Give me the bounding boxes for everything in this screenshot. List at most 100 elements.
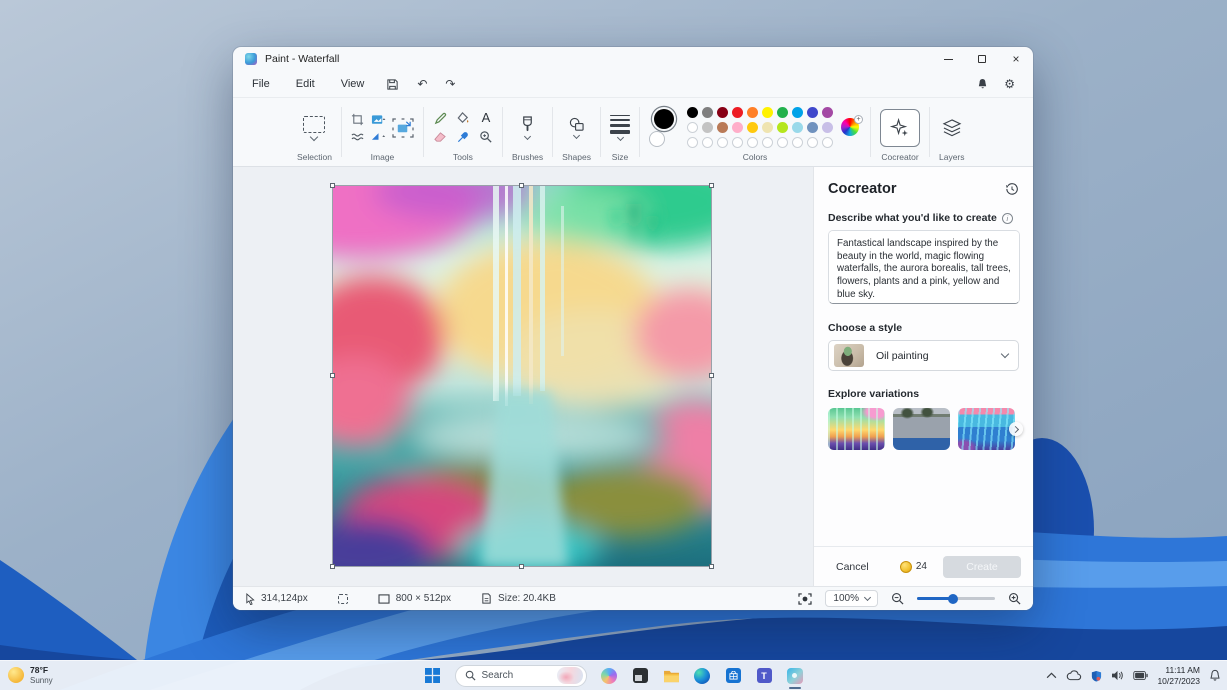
chevron-down-icon[interactable] <box>524 133 531 140</box>
chevron-down-icon[interactable] <box>616 134 623 141</box>
zoom-slider-thumb[interactable] <box>948 594 958 604</box>
notifications-bell-icon[interactable] <box>1209 669 1221 682</box>
color-swatch[interactable] <box>807 122 818 133</box>
close-button[interactable]: × <box>999 47 1033 71</box>
selection-handle[interactable] <box>330 183 335 188</box>
eyedropper-tool-icon[interactable] <box>456 130 470 144</box>
empty-color-swatch[interactable] <box>777 137 788 148</box>
menu-edit[interactable]: Edit <box>283 74 328 94</box>
canvas[interactable] <box>333 186 711 566</box>
windows-security-icon[interactable] <box>1091 670 1102 682</box>
color-swatch[interactable] <box>792 107 803 118</box>
selection-handle[interactable] <box>709 564 714 569</box>
teams-icon[interactable]: T <box>756 667 773 684</box>
brush-icon[interactable] <box>520 116 535 133</box>
selection-handle[interactable] <box>519 183 524 188</box>
zoom-slider[interactable] <box>917 597 995 600</box>
titlebar[interactable]: Paint - Waterfall × <box>233 47 1033 71</box>
bell-icon[interactable] <box>977 78 988 90</box>
style-dropdown[interactable]: Oil painting <box>828 340 1019 371</box>
chevron-down-icon[interactable] <box>573 132 580 139</box>
rotate-image-icon[interactable] <box>371 114 386 126</box>
edit-colors-button[interactable]: + <box>841 118 861 138</box>
color-swatch[interactable] <box>807 107 818 118</box>
text-tool-icon[interactable]: A <box>482 112 491 124</box>
selection-handle[interactable] <box>330 564 335 569</box>
color-swatch[interactable] <box>822 107 833 118</box>
history-icon[interactable] <box>1005 182 1019 196</box>
pencil-tool-icon[interactable] <box>433 111 447 125</box>
line-size-icon[interactable] <box>610 115 630 134</box>
selection-handle[interactable] <box>330 373 335 378</box>
copilot-icon[interactable] <box>601 667 618 684</box>
selection-tool[interactable] <box>303 116 325 133</box>
edge-browser-icon[interactable] <box>694 667 711 684</box>
color-swatch[interactable] <box>762 122 773 133</box>
weather-widget[interactable]: 78°F Sunny <box>8 666 53 685</box>
clock[interactable]: 11:11 AM 10/27/2023 <box>1157 665 1200 685</box>
fit-to-screen-icon[interactable] <box>798 593 812 605</box>
resize-icon[interactable] <box>392 118 414 138</box>
undo-icon[interactable]: ↶ <box>408 75 436 93</box>
menu-view[interactable]: View <box>328 74 378 94</box>
color-swatch[interactable] <box>687 107 698 118</box>
empty-color-swatch[interactable] <box>807 137 818 148</box>
empty-color-swatch[interactable] <box>822 137 833 148</box>
file-explorer-icon[interactable] <box>663 667 680 684</box>
paint-taskbar-icon[interactable] <box>787 667 804 684</box>
empty-color-swatch[interactable] <box>762 137 773 148</box>
foreground-color-swatch[interactable] <box>654 109 674 129</box>
onedrive-cloud-icon[interactable] <box>1066 670 1082 681</box>
shapes-icon[interactable] <box>568 117 585 132</box>
prompt-textarea[interactable]: Fantastical landscape inspired by the be… <box>828 230 1020 304</box>
selection-handle[interactable] <box>709 373 714 378</box>
start-button[interactable] <box>424 667 441 684</box>
cancel-button[interactable]: Cancel <box>826 557 879 577</box>
color-swatch[interactable] <box>822 122 833 133</box>
color-swatch[interactable] <box>717 107 728 118</box>
volume-icon[interactable] <box>1111 670 1124 681</box>
color-swatch[interactable] <box>702 122 713 133</box>
color-swatch[interactable] <box>702 107 713 118</box>
taskbar-dark-app-icon[interactable] <box>632 667 649 684</box>
menu-file[interactable]: File <box>239 74 283 94</box>
info-icon[interactable]: i <box>1002 213 1013 224</box>
selection-handle[interactable] <box>709 183 714 188</box>
empty-color-swatch[interactable] <box>702 137 713 148</box>
color-swatch[interactable] <box>732 107 743 118</box>
create-button[interactable]: Create <box>943 556 1021 578</box>
variation-thumbnail-3[interactable] <box>958 408 1015 450</box>
layers-icon[interactable] <box>942 119 962 137</box>
microsoft-store-icon[interactable] <box>725 667 742 684</box>
color-swatch[interactable] <box>747 122 758 133</box>
redo-icon[interactable]: ↷ <box>436 75 464 93</box>
flip-icon[interactable] <box>371 131 386 142</box>
pattern-icon[interactable] <box>351 132 364 142</box>
color-swatch[interactable] <box>762 107 773 118</box>
empty-color-swatch[interactable] <box>747 137 758 148</box>
zoom-level-dropdown[interactable]: 100% <box>825 590 878 607</box>
crop-icon[interactable] <box>351 113 364 126</box>
empty-color-swatch[interactable] <box>732 137 743 148</box>
tray-chevron-up-icon[interactable] <box>1046 672 1057 679</box>
selection-handle[interactable] <box>519 564 524 569</box>
cocreator-button[interactable] <box>880 109 920 147</box>
carousel-next-button[interactable] <box>1009 422 1023 436</box>
eraser-tool-icon[interactable] <box>433 131 447 143</box>
empty-color-swatch[interactable] <box>792 137 803 148</box>
zoom-in-icon[interactable] <box>1008 592 1021 605</box>
search-highlight-image[interactable] <box>557 667 583 684</box>
empty-color-swatch[interactable] <box>687 137 698 148</box>
minimize-button[interactable] <box>931 47 965 71</box>
zoom-out-icon[interactable] <box>891 592 904 605</box>
color-swatch[interactable] <box>747 107 758 118</box>
magnifier-tool-icon[interactable] <box>479 130 493 144</box>
color-swatch[interactable] <box>732 122 743 133</box>
taskbar-search[interactable]: Search <box>455 665 587 687</box>
settings-gear-icon[interactable]: ⚙ <box>1004 77 1015 91</box>
color-swatch[interactable] <box>777 107 788 118</box>
battery-icon[interactable] <box>1133 671 1148 680</box>
color-swatch[interactable] <box>777 122 788 133</box>
variation-thumbnail-1[interactable] <box>828 408 885 450</box>
color-swatch[interactable] <box>687 122 698 133</box>
